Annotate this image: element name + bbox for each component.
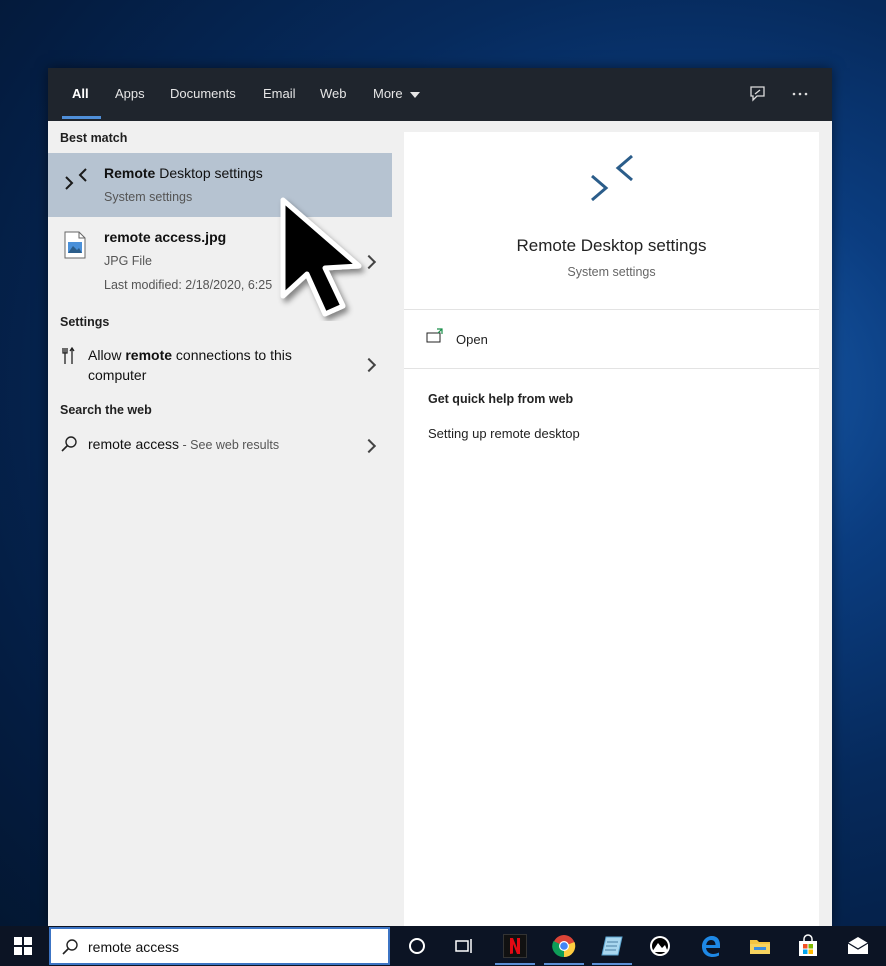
settings-item-prefix: Allow — [88, 347, 126, 363]
settings-item-bold: remote — [125, 347, 173, 363]
remote-desktop-icon — [65, 168, 87, 190]
chrome-icon[interactable] — [552, 934, 576, 958]
taskbar: remote access — [0, 926, 886, 966]
result-title: Remote Desktop settings — [104, 165, 263, 181]
settings-header: Settings — [60, 315, 110, 329]
search-scope-bar: All Apps Documents Email Web More — [48, 68, 832, 121]
mail-icon[interactable] — [846, 934, 870, 958]
active-tab-indicator — [62, 116, 101, 119]
edge-icon[interactable] — [699, 934, 723, 958]
divider — [404, 368, 819, 369]
settings-item-line1: Allow remote connections to this — [88, 347, 292, 363]
open-label: Open — [456, 332, 488, 347]
settings-tools-icon — [62, 347, 75, 364]
windows-logo-icon — [14, 937, 32, 955]
caret-down-icon — [410, 91, 421, 98]
web-search-query: remote access — [88, 436, 180, 452]
settings-item-suffix: connections to this — [172, 347, 292, 363]
search-web-header: Search the web — [60, 403, 152, 417]
search-panel: All Apps Documents Email Web More Best m… — [48, 68, 832, 926]
tab-email[interactable]: Email — [263, 86, 296, 101]
detail-pane: Remote Desktop settings System settings … — [404, 132, 819, 926]
detail-subtitle: System settings — [567, 265, 656, 279]
remote-desktop-icon — [591, 154, 633, 202]
divider — [404, 309, 819, 310]
result-web-search[interactable]: remote access - See web results — [48, 425, 392, 465]
quick-help-header: Get quick help from web — [428, 392, 574, 406]
quick-help-link[interactable]: Setting up remote desktop — [428, 426, 580, 441]
result-title-bold: Remote — [104, 165, 156, 181]
windows-start-button[interactable] — [14, 937, 32, 960]
open-icon — [426, 328, 443, 343]
tab-more-label: More — [373, 86, 403, 101]
web-search-text: remote access - See web results — [88, 436, 279, 452]
running-indicator — [592, 963, 632, 965]
tab-more[interactable]: More — [373, 86, 421, 101]
netflix-icon[interactable] — [503, 934, 527, 958]
taskbar-search-box[interactable]: remote access — [49, 927, 390, 965]
detail-title: Remote Desktop settings — [516, 236, 707, 255]
running-indicator — [544, 963, 584, 965]
file-title: remote access.jpg — [104, 229, 227, 245]
chevron-right-icon[interactable] — [361, 438, 377, 454]
result-title-rest: Desktop settings — [155, 165, 263, 181]
settings-item-line2: computer — [88, 367, 147, 383]
photos-app-icon[interactable] — [648, 934, 672, 958]
cortana-icon[interactable] — [405, 934, 429, 958]
result-allow-remote-connections[interactable]: Allow remote connections to this compute… — [48, 337, 392, 397]
search-input[interactable]: remote access — [88, 939, 179, 955]
open-action[interactable]: Open — [426, 328, 626, 352]
running-indicator — [495, 963, 535, 965]
task-view-icon[interactable] — [452, 934, 476, 958]
tab-documents[interactable]: Documents — [170, 86, 236, 101]
search-icon — [61, 436, 77, 452]
file-type: JPG File — [104, 254, 152, 268]
best-match-header: Best match — [60, 131, 128, 145]
tab-web[interactable]: Web — [320, 86, 347, 101]
file-modified: Last modified: 2/18/2020, 6:25 — [104, 278, 273, 292]
store-icon[interactable] — [796, 934, 820, 958]
image-file-icon — [64, 231, 86, 259]
tab-apps[interactable]: Apps — [115, 86, 145, 101]
tab-all[interactable]: All — [72, 86, 89, 101]
mouse-cursor-icon — [280, 197, 362, 317]
web-search-hint: - See web results — [179, 438, 280, 452]
result-subtitle: System settings — [104, 190, 193, 204]
file-explorer-icon[interactable] — [748, 934, 772, 958]
more-options-icon[interactable] — [789, 83, 811, 105]
search-icon — [62, 939, 78, 955]
feedback-icon[interactable] — [747, 83, 769, 105]
chevron-right-icon[interactable] — [361, 357, 377, 373]
notepad-icon[interactable] — [600, 934, 624, 958]
